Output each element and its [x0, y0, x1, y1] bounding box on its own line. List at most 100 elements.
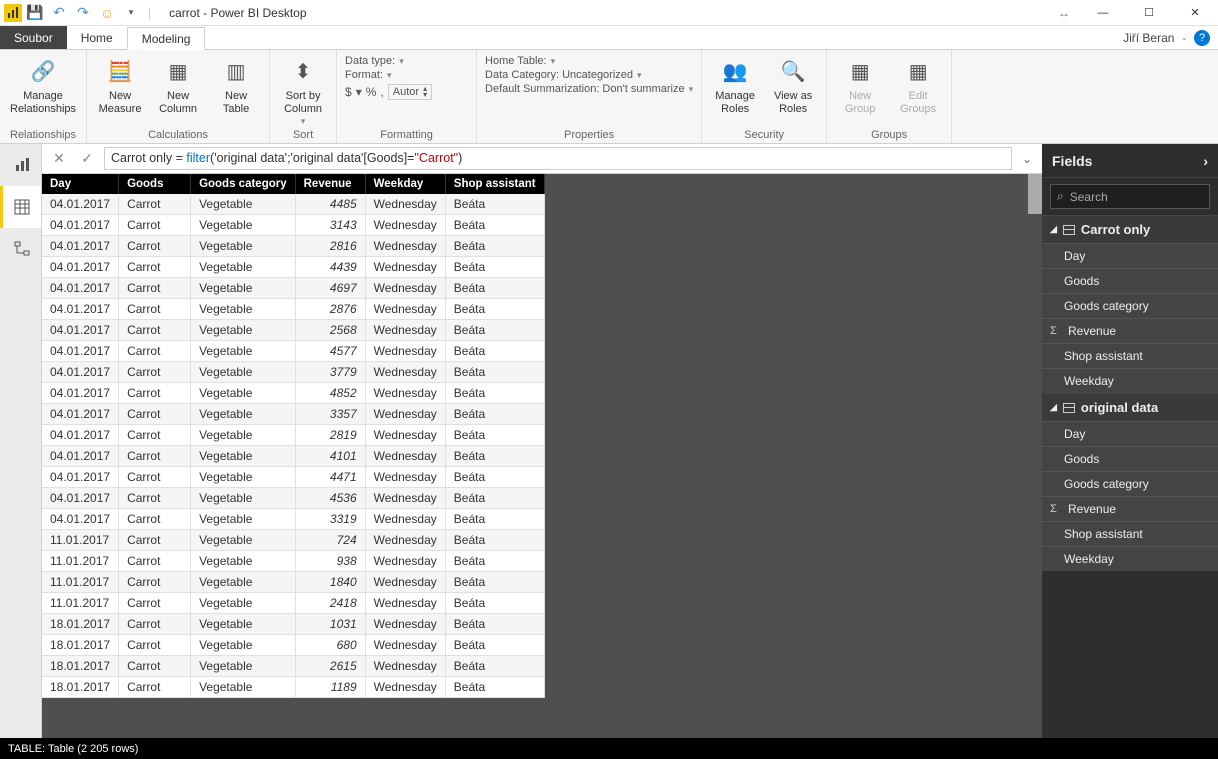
- table-cell[interactable]: 3143: [295, 215, 365, 236]
- table-cell[interactable]: Carrot: [119, 362, 191, 383]
- table-cell[interactable]: Wednesday: [365, 488, 445, 509]
- table-cell[interactable]: 04.01.2017: [42, 362, 119, 383]
- table-cell[interactable]: 724: [295, 530, 365, 551]
- table-cell[interactable]: Wednesday: [365, 551, 445, 572]
- manage-relationships-button[interactable]: 🔗Manage Relationships: [8, 54, 78, 116]
- table-cell[interactable]: Beáta: [445, 635, 544, 656]
- sort-by-column-button[interactable]: ⬍Sort by Column▾: [278, 54, 328, 127]
- table-cell[interactable]: Beáta: [445, 656, 544, 677]
- field-item[interactable]: Goods category: [1042, 471, 1218, 496]
- table-cell[interactable]: Vegetable: [191, 446, 296, 467]
- table-cell[interactable]: Beáta: [445, 362, 544, 383]
- table-cell[interactable]: Vegetable: [191, 593, 296, 614]
- table-cell[interactable]: 938: [295, 551, 365, 572]
- table-cell[interactable]: Vegetable: [191, 383, 296, 404]
- table-cell[interactable]: 4485: [295, 194, 365, 215]
- field-item[interactable]: Shop assistant: [1042, 343, 1218, 368]
- table-cell[interactable]: Beáta: [445, 425, 544, 446]
- help-icon[interactable]: ?: [1194, 30, 1210, 46]
- table-cell[interactable]: Carrot: [119, 656, 191, 677]
- format-dropdown[interactable]: Format:▾: [345, 68, 468, 82]
- close-button[interactable]: ✕: [1172, 0, 1218, 26]
- table-cell[interactable]: Carrot: [119, 215, 191, 236]
- table-cell[interactable]: Wednesday: [365, 509, 445, 530]
- table-row[interactable]: 04.01.2017CarrotVegetable4485WednesdayBe…: [42, 194, 544, 215]
- table-cell[interactable]: Wednesday: [365, 215, 445, 236]
- data-view-button[interactable]: [0, 186, 41, 228]
- chevron-down-icon[interactable]: ⌄: [1180, 32, 1188, 43]
- column-header[interactable]: Goods category: [191, 174, 296, 194]
- table-cell[interactable]: Beáta: [445, 530, 544, 551]
- table-cell[interactable]: Wednesday: [365, 194, 445, 215]
- table-cell[interactable]: Vegetable: [191, 299, 296, 320]
- table-cell[interactable]: Beáta: [445, 509, 544, 530]
- table-cell[interactable]: 11.01.2017: [42, 530, 119, 551]
- table-cell[interactable]: 04.01.2017: [42, 341, 119, 362]
- field-item[interactable]: ΣRevenue: [1042, 318, 1218, 343]
- table-cell[interactable]: 04.01.2017: [42, 404, 119, 425]
- table-cell[interactable]: 4471: [295, 467, 365, 488]
- table-cell[interactable]: Beáta: [445, 278, 544, 299]
- table-cell[interactable]: Carrot: [119, 404, 191, 425]
- table-cell[interactable]: Beáta: [445, 488, 544, 509]
- manage-roles-button[interactable]: 👥Manage Roles: [710, 54, 760, 116]
- field-item[interactable]: ΣRevenue: [1042, 496, 1218, 521]
- column-header[interactable]: Revenue: [295, 174, 365, 194]
- feedback-icon[interactable]: ☺: [96, 2, 118, 24]
- table-cell[interactable]: Vegetable: [191, 614, 296, 635]
- table-cell[interactable]: Wednesday: [365, 530, 445, 551]
- table-row[interactable]: 04.01.2017CarrotVegetable2816WednesdayBe…: [42, 236, 544, 257]
- tab-home[interactable]: Home: [67, 26, 127, 49]
- table-cell[interactable]: Wednesday: [365, 467, 445, 488]
- table-cell[interactable]: Wednesday: [365, 341, 445, 362]
- table-row[interactable]: 04.01.2017CarrotVegetable3779WednesdayBe…: [42, 362, 544, 383]
- user-name[interactable]: Jiří Beran: [1123, 31, 1174, 45]
- table-cell[interactable]: Carrot: [119, 677, 191, 698]
- table-cell[interactable]: Wednesday: [365, 656, 445, 677]
- table-cell[interactable]: Wednesday: [365, 299, 445, 320]
- table-cell[interactable]: Carrot: [119, 236, 191, 257]
- new-table-button[interactable]: ▥New Table: [211, 54, 261, 116]
- table-cell[interactable]: Carrot: [119, 425, 191, 446]
- table-cell[interactable]: Carrot: [119, 593, 191, 614]
- column-header[interactable]: Day: [42, 174, 119, 194]
- table-cell[interactable]: Carrot: [119, 572, 191, 593]
- table-cell[interactable]: Vegetable: [191, 656, 296, 677]
- table-cell[interactable]: 4852: [295, 383, 365, 404]
- table-cell[interactable]: 11.01.2017: [42, 551, 119, 572]
- home-table-dropdown[interactable]: Home Table:▾: [485, 54, 693, 68]
- table-cell[interactable]: 11.01.2017: [42, 593, 119, 614]
- table-cell[interactable]: 18.01.2017: [42, 656, 119, 677]
- table-cell[interactable]: 18.01.2017: [42, 614, 119, 635]
- table-cell[interactable]: Wednesday: [365, 320, 445, 341]
- table-cell[interactable]: Wednesday: [365, 446, 445, 467]
- fields-table-node[interactable]: ◢original data: [1042, 393, 1218, 421]
- table-cell[interactable]: Beáta: [445, 572, 544, 593]
- field-item[interactable]: Day: [1042, 243, 1218, 268]
- table-cell[interactable]: Vegetable: [191, 362, 296, 383]
- column-header[interactable]: Shop assistant: [445, 174, 544, 194]
- table-cell[interactable]: Carrot: [119, 530, 191, 551]
- fields-search-input[interactable]: ⌕ Search: [1050, 184, 1210, 209]
- table-cell[interactable]: Vegetable: [191, 404, 296, 425]
- formula-input[interactable]: Carrot only = filter('original data';'or…: [104, 147, 1012, 170]
- table-cell[interactable]: Carrot: [119, 551, 191, 572]
- minimize-button[interactable]: —: [1080, 0, 1126, 26]
- table-cell[interactable]: Carrot: [119, 467, 191, 488]
- table-cell[interactable]: 2615: [295, 656, 365, 677]
- table-cell[interactable]: Carrot: [119, 509, 191, 530]
- table-cell[interactable]: Beáta: [445, 236, 544, 257]
- table-row[interactable]: 18.01.2017CarrotVegetable680WednesdayBeá…: [42, 635, 544, 656]
- table-cell[interactable]: Wednesday: [365, 614, 445, 635]
- table-cell[interactable]: Carrot: [119, 446, 191, 467]
- table-row[interactable]: 04.01.2017CarrotVegetable4471WednesdayBe…: [42, 467, 544, 488]
- table-cell[interactable]: 3357: [295, 404, 365, 425]
- table-cell[interactable]: Carrot: [119, 341, 191, 362]
- table-row[interactable]: 04.01.2017CarrotVegetable4577WednesdayBe…: [42, 341, 544, 362]
- table-row[interactable]: 04.01.2017CarrotVegetable4439WednesdayBe…: [42, 257, 544, 278]
- scrollbar[interactable]: [1028, 174, 1042, 214]
- table-cell[interactable]: Vegetable: [191, 425, 296, 446]
- table-cell[interactable]: Beáta: [445, 320, 544, 341]
- table-cell[interactable]: 3319: [295, 509, 365, 530]
- table-row[interactable]: 04.01.2017CarrotVegetable3319WednesdayBe…: [42, 509, 544, 530]
